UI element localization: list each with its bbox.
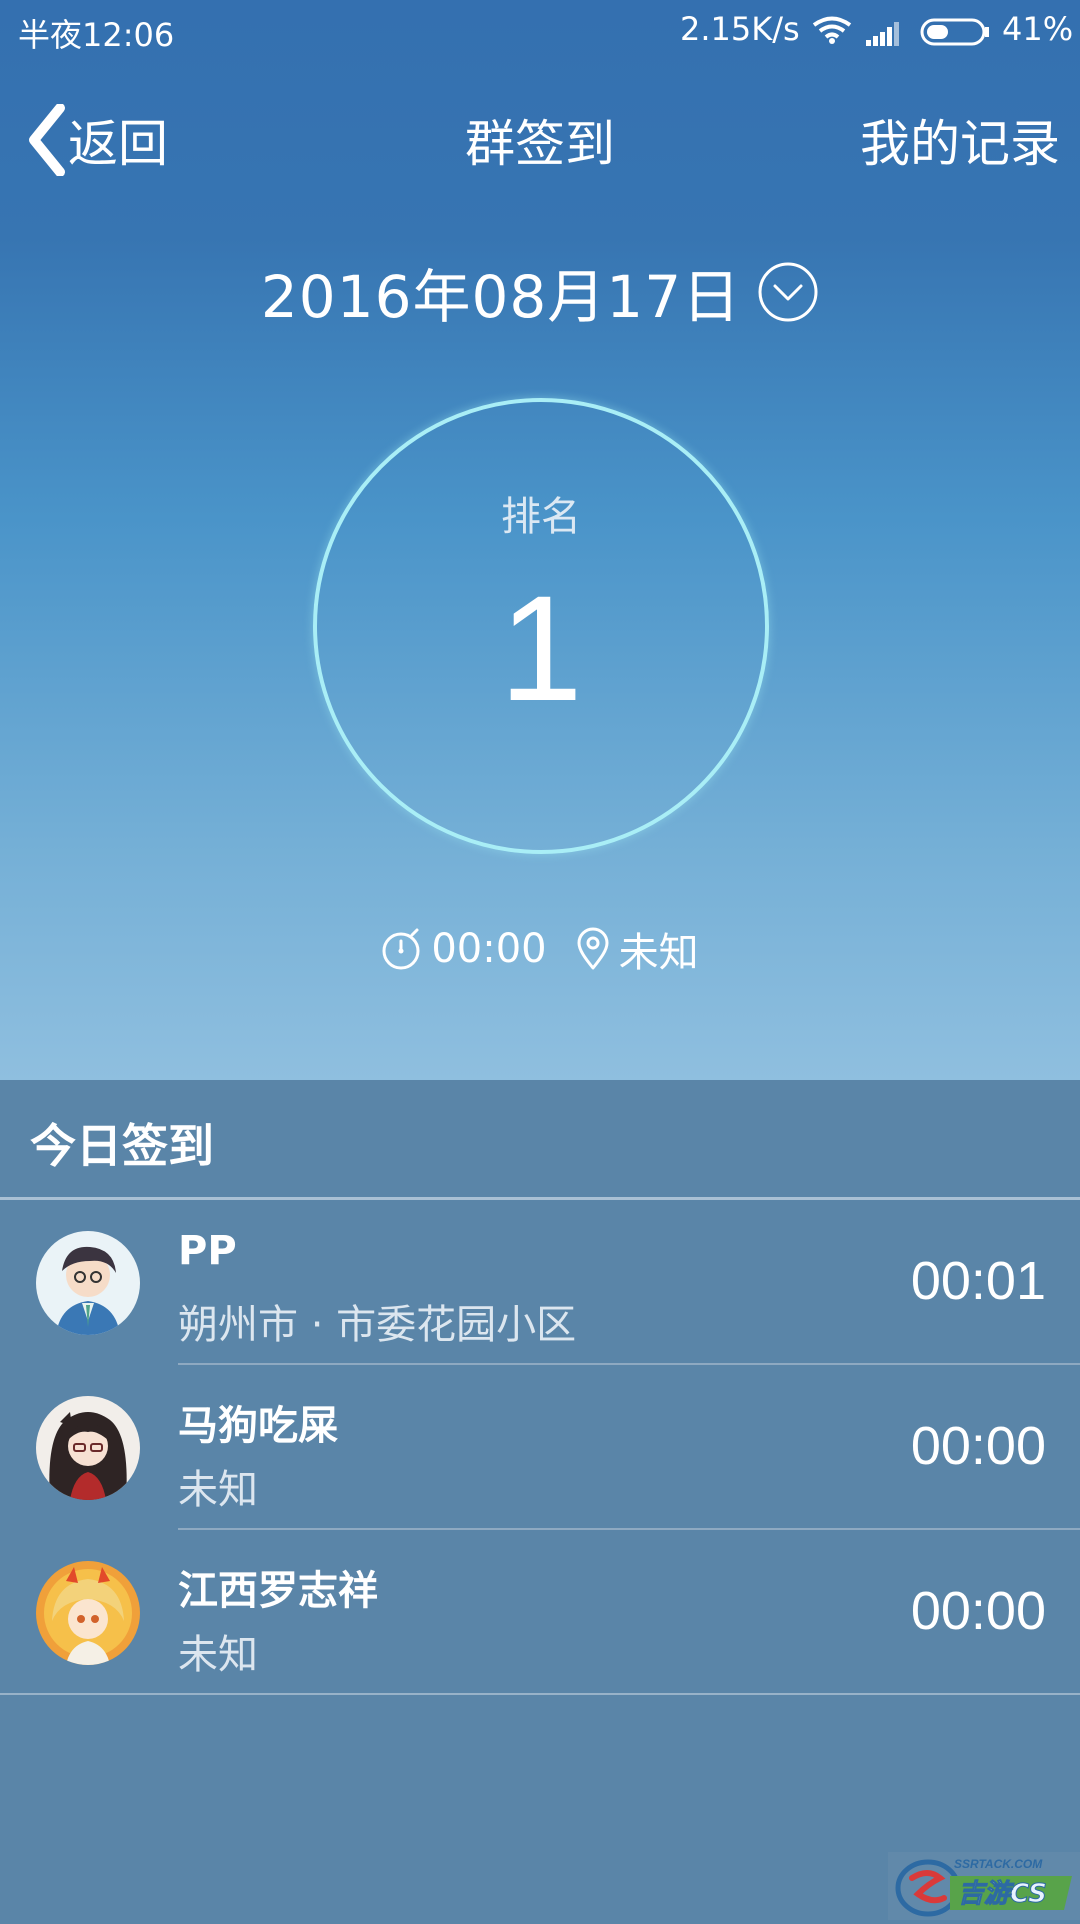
list-item[interactable]: 马狗吃屎 未知 00:00 <box>0 1365 1080 1530</box>
chevron-down-circle-icon <box>758 262 818 322</box>
checkin-location: 未知 <box>618 930 699 976</box>
member-name: 江西罗志祥 <box>178 1568 378 1614</box>
my-records-button[interactable]: 我的记录 <box>860 104 1060 176</box>
rank-label: 排名 <box>501 494 581 540</box>
avatar-icon <box>36 1231 140 1335</box>
member-time: 00:00 <box>910 1581 1046 1641</box>
avatar-icon <box>36 1561 140 1665</box>
wifi-icon <box>812 14 852 52</box>
svg-text:SSRTACK.COM: SSRTACK.COM <box>954 1857 1043 1871</box>
list-item[interactable]: 江西罗志祥 未知 00:00 <box>0 1530 1080 1695</box>
avatar-icon <box>36 1396 140 1500</box>
member-time: 00:01 <box>910 1251 1046 1311</box>
network-speed: 2.15K/s <box>680 10 800 48</box>
stopwatch-icon <box>382 928 420 970</box>
member-location: 未知 <box>178 1632 258 1678</box>
checkin-time: 00:00 <box>431 926 547 972</box>
chevron-left-icon <box>29 104 65 176</box>
location-pin-icon <box>577 927 609 970</box>
battery-percent: 41% <box>1002 10 1074 48</box>
member-name: PP <box>178 1228 237 1274</box>
status-time: 半夜12:06 <box>18 16 175 54</box>
section-header: 今日签到 <box>30 1119 214 1173</box>
back-label: 返回 <box>68 115 168 173</box>
back-button[interactable]: 返回 <box>26 100 168 180</box>
watermark-logo: SSRTACK.COM 吉游CS <box>888 1852 1080 1920</box>
today-checkins: 今日签到 PP 朔州市 · 市委花园小区 00:01 马狗吃屎 未知 00:00… <box>0 1080 1080 1920</box>
divider <box>0 1693 1080 1695</box>
status-bar: 半夜12:06 2.15K/s 41% <box>0 0 1080 60</box>
member-name: 马狗吃屎 <box>178 1403 338 1449</box>
list-item[interactable]: PP 朔州市 · 市委花园小区 00:01 <box>0 1200 1080 1365</box>
date-selector[interactable]: 2016年08月17日 <box>0 250 1080 334</box>
rank-value: 1 <box>499 564 583 732</box>
checkin-meta: 00:00 未知 <box>0 920 1080 978</box>
nav-bar: 返回 群签到 我的记录 <box>0 90 1080 180</box>
svg-text:吉游CS: 吉游CS <box>958 1879 1047 1909</box>
member-location: 未知 <box>178 1467 258 1513</box>
signal-icon <box>866 16 906 54</box>
member-location: 朔州市 · 市委花园小区 <box>178 1302 577 1348</box>
battery-icon <box>920 16 990 46</box>
member-time: 00:00 <box>910 1416 1046 1476</box>
rank-circle: 排名 1 <box>313 398 769 854</box>
date-text: 2016年08月17日 <box>260 263 742 331</box>
